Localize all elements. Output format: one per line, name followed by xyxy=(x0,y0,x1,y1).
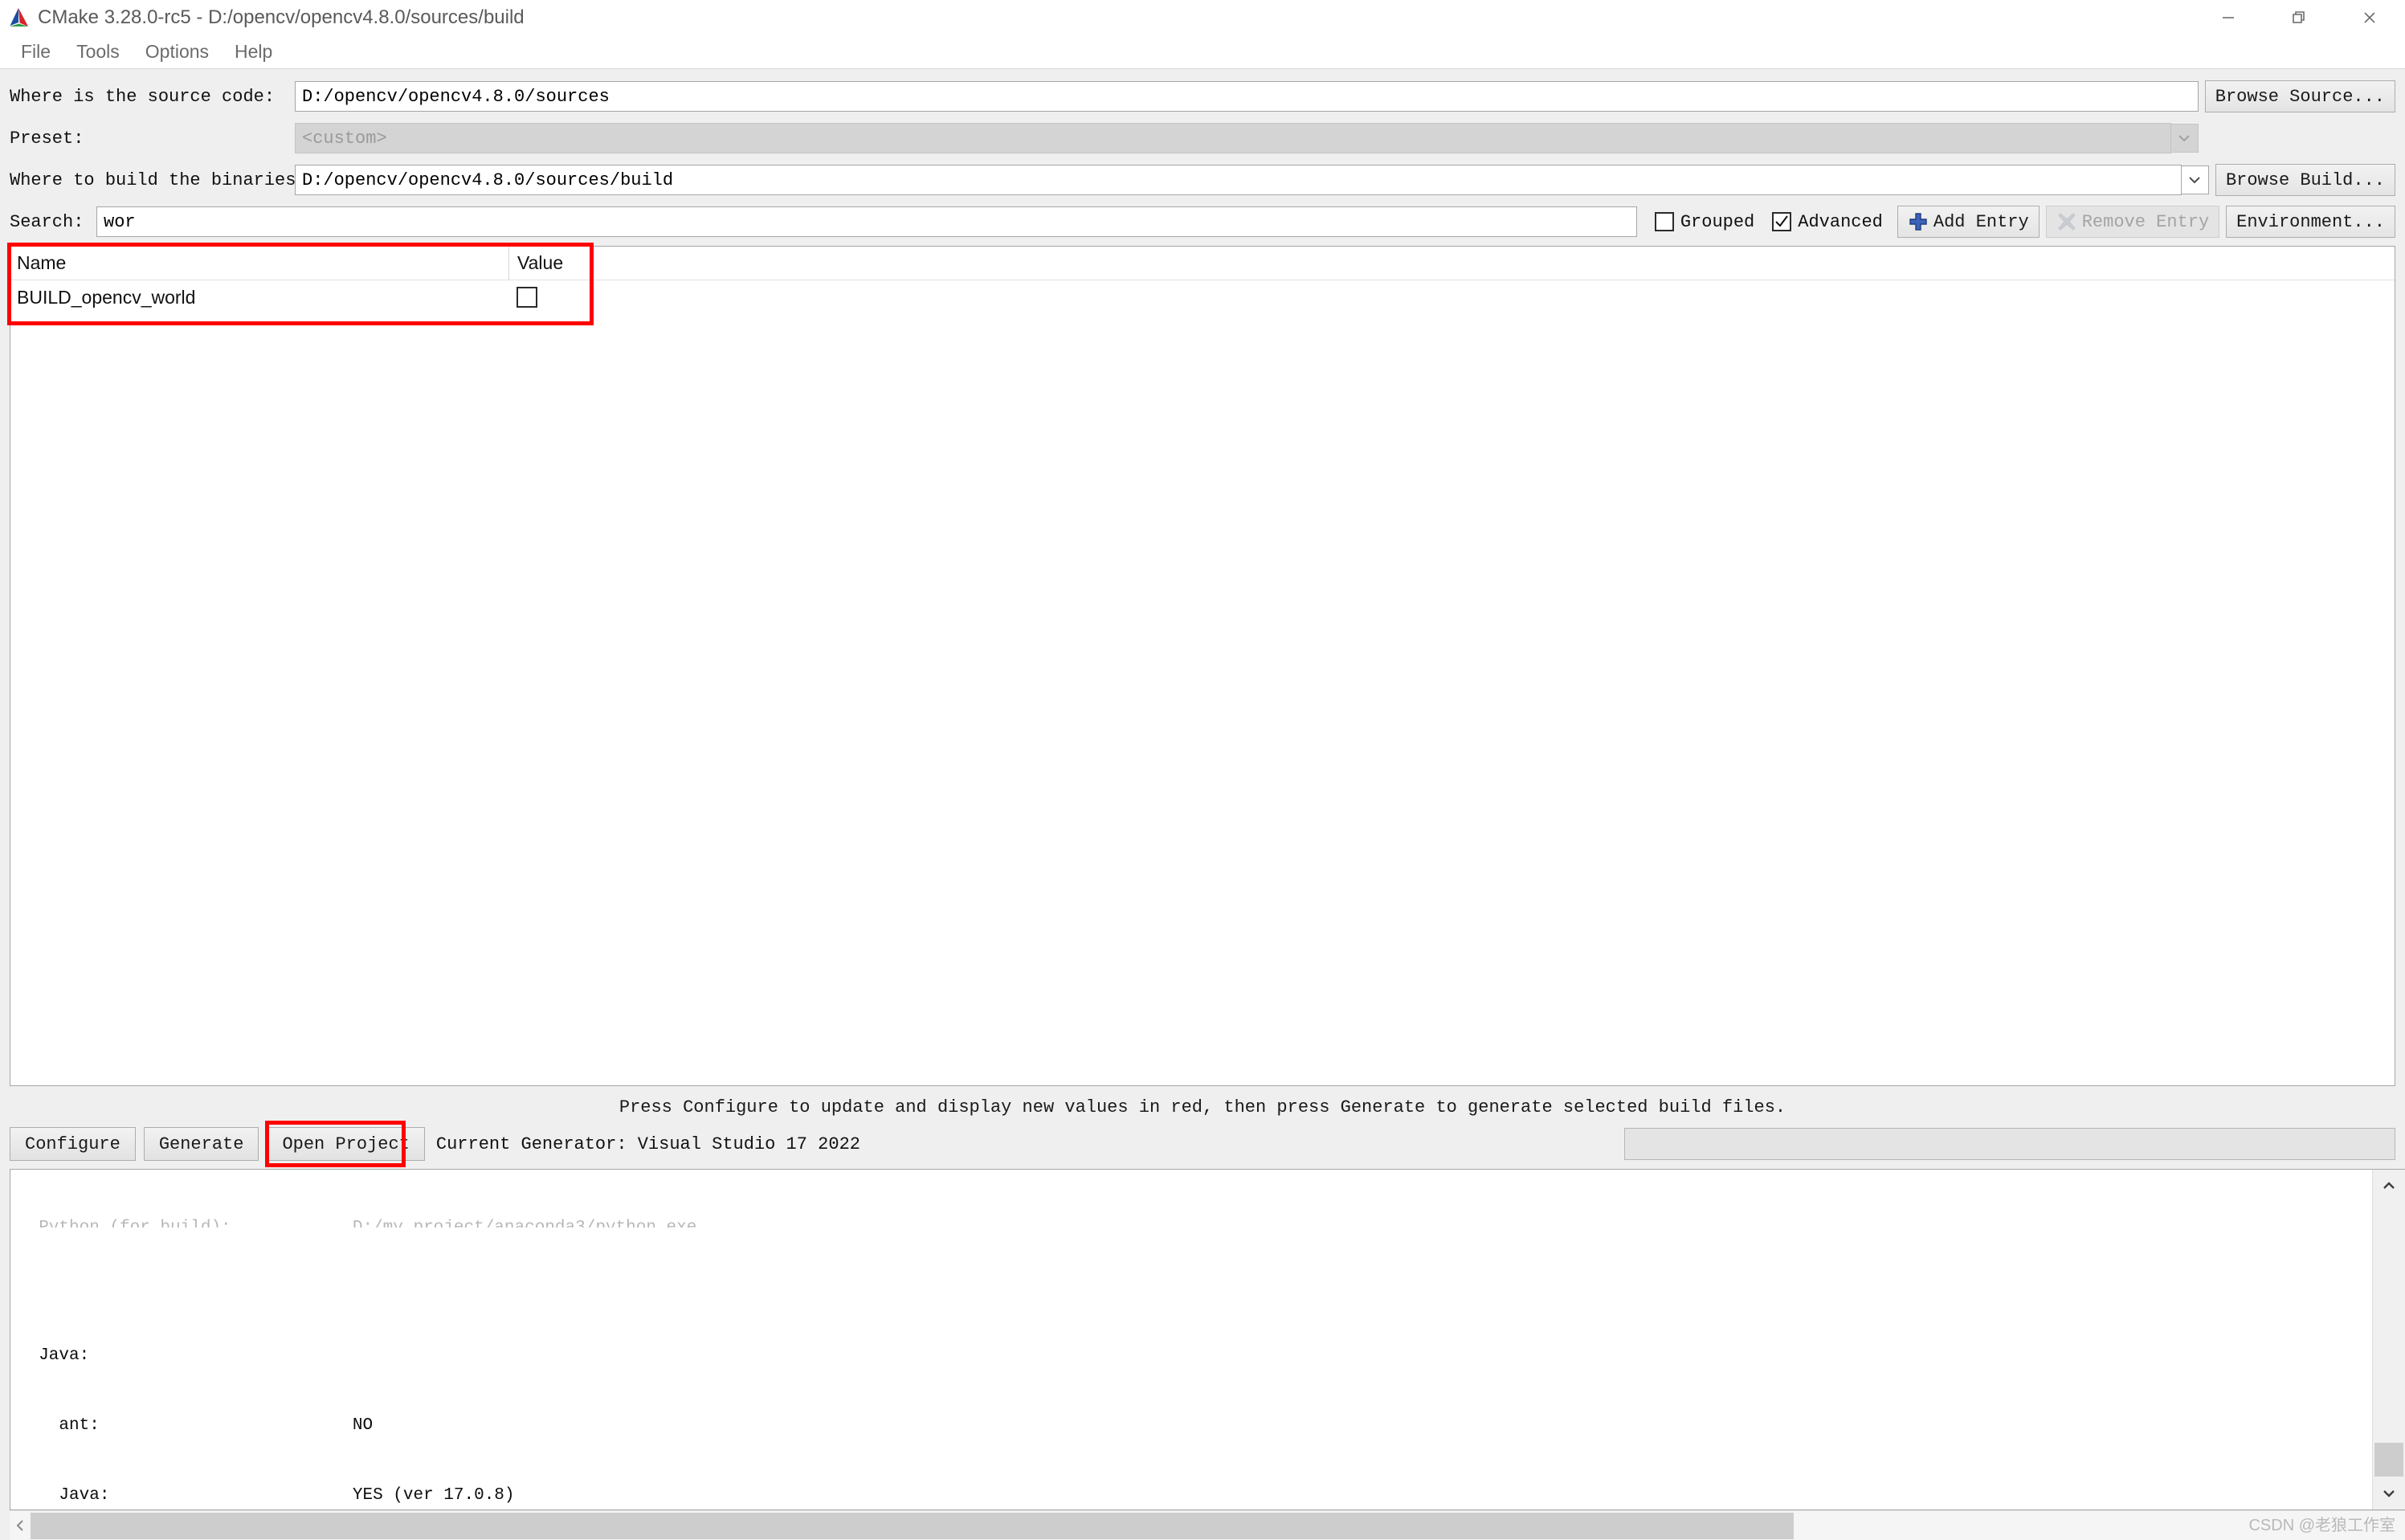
build-label: Where to build the binaries: xyxy=(10,170,307,190)
window-controls xyxy=(2193,0,2405,35)
remove-entry-button: Remove Entry xyxy=(2045,206,2220,238)
plus-icon xyxy=(1908,211,1929,232)
cache-entry-name: BUILD_opencv_world xyxy=(17,286,196,308)
minimize-icon[interactable] xyxy=(2193,0,2264,35)
log-line: Java: YES (ver 17.0.8) xyxy=(18,1486,515,1505)
log-vertical-scrollbar[interactable] xyxy=(2372,1170,2405,1509)
browse-build-button[interactable]: Browse Build... xyxy=(2215,164,2395,196)
restore-icon[interactable] xyxy=(2264,0,2334,35)
add-entry-label: Add Entry xyxy=(1933,211,2029,232)
remove-entry-label: Remove Entry xyxy=(2081,211,2210,232)
cmake-triangle-logo-icon xyxy=(6,7,31,28)
log-line: Python (for build): D:/my_project/anacon… xyxy=(18,1216,2372,1228)
preset-label: Preset: xyxy=(10,128,84,149)
chevron-down-icon[interactable] xyxy=(2373,1477,2405,1509)
add-entry-button[interactable]: Add Entry xyxy=(1897,206,2040,238)
menu-file[interactable]: File xyxy=(8,38,63,66)
current-generator-label: Current Generator: Visual Studio 17 2022 xyxy=(435,1134,860,1154)
progress-bar xyxy=(1624,1128,2395,1160)
source-input[interactable]: D:/opencv/opencv4.8.0/sources xyxy=(295,81,2199,112)
build-input[interactable]: D:/opencv/opencv4.8.0/sources/build xyxy=(295,165,2182,195)
advanced-checkbox[interactable] xyxy=(1772,212,1792,231)
build-chevron-down-icon[interactable] xyxy=(2181,165,2209,194)
log-output-panel[interactable]: Python (for build): D:/my_project/anacon… xyxy=(10,1169,2405,1510)
advanced-checkbox-wrap[interactable]: Advanced xyxy=(1772,212,1883,232)
hint-text: Press Configure to update and display ne… xyxy=(619,1097,1786,1117)
close-icon[interactable] xyxy=(2334,0,2405,35)
cache-table-header: Name Value xyxy=(10,247,2395,280)
log-hscroll-thumb[interactable] xyxy=(31,1512,1794,1539)
cache-table-wrap: Name Value BUILD_opencv_world xyxy=(7,243,2395,1086)
configure-button[interactable]: Configure xyxy=(10,1127,136,1161)
table-row[interactable]: BUILD_opencv_world xyxy=(10,280,2395,314)
open-project-button[interactable]: Open Project xyxy=(267,1127,425,1161)
search-label: Search: xyxy=(10,211,84,232)
search-toolbar: Search: wor Grouped Advanced Add Entry R… xyxy=(10,206,2395,238)
log-scroll-track[interactable] xyxy=(2373,1202,2405,1477)
log-output-text: Python (for build): D:/my_project/anacon… xyxy=(10,1170,2372,1509)
action-bar: Configure Generate Open Project Current … xyxy=(0,1121,2405,1169)
x-icon xyxy=(2056,211,2077,232)
cmake-gui-window: CMake 3.28.0-rc5 - D:/opencv/opencv4.8.0… xyxy=(0,0,2405,1540)
cache-table[interactable]: Name Value BUILD_opencv_world xyxy=(10,246,2395,1086)
grouped-checkbox[interactable] xyxy=(1654,212,1674,231)
cache-entry-value[interactable] xyxy=(508,280,2395,314)
menu-options[interactable]: Options xyxy=(133,38,222,66)
chevron-up-icon[interactable] xyxy=(2373,1170,2405,1202)
preset-row: Preset: <custom> Browse Source... xyxy=(10,122,2395,154)
column-header-name[interactable]: Name xyxy=(10,247,508,280)
advanced-label: Advanced xyxy=(1798,211,1883,232)
preset-combobox[interactable]: <custom> xyxy=(295,123,2171,153)
search-input[interactable]: wor xyxy=(96,206,1637,237)
menu-help[interactable]: Help xyxy=(222,38,285,66)
window-title: CMake 3.28.0-rc5 - D:/opencv/opencv4.8.0… xyxy=(38,6,525,28)
title-bar: CMake 3.28.0-rc5 - D:/opencv/opencv4.8.0… xyxy=(0,0,2405,35)
grouped-label: Grouped xyxy=(1680,211,1755,232)
source-row: Where is the source code: D:/opencv/open… xyxy=(10,80,2395,112)
grouped-checkbox-wrap[interactable]: Grouped xyxy=(1654,211,1755,232)
menu-bar: File Tools Options Help xyxy=(0,35,2405,69)
log-line: Java: xyxy=(18,1346,90,1365)
log-line: ant: NO xyxy=(18,1416,374,1435)
log-horizontal-scrollbar[interactable] xyxy=(10,1510,2405,1540)
column-header-value[interactable]: Value xyxy=(508,247,2395,280)
build-opencv-world-checkbox[interactable] xyxy=(517,287,537,308)
log-scroll-thumb[interactable] xyxy=(2374,1443,2403,1477)
browse-source-button[interactable]: Browse Source... xyxy=(2204,80,2395,112)
menu-tools[interactable]: Tools xyxy=(63,38,133,66)
generate-button[interactable]: Generate xyxy=(143,1127,259,1161)
chevron-left-icon[interactable] xyxy=(10,1518,31,1534)
preset-chevron-down-icon[interactable] xyxy=(2170,124,2199,153)
environment-button[interactable]: Environment... xyxy=(2226,206,2395,238)
source-label: Where is the source code: xyxy=(10,86,276,107)
path-form: Where is the source code: D:/opencv/open… xyxy=(0,69,2405,246)
build-row: Where to build the binaries: D:/opencv/o… xyxy=(10,164,2395,196)
